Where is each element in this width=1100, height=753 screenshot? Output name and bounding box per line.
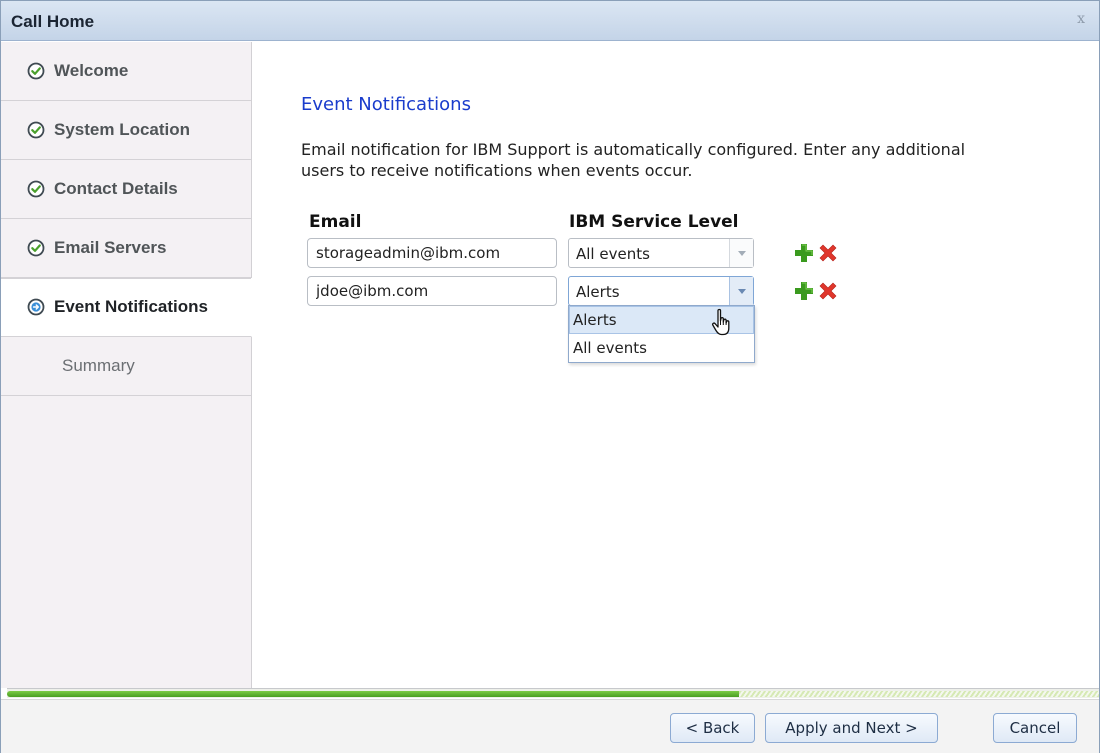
dialog-title: Call Home [11,12,95,31]
arrow-circle-icon [27,298,45,316]
step-system-location[interactable]: System Location [1,101,251,160]
service-level-dropdown-list: Alerts All events [568,305,755,363]
service-level-select[interactable]: All events [568,238,754,268]
dropdown-option[interactable]: Alerts [569,306,754,334]
service-level-value: Alerts [576,283,620,301]
row-actions [793,280,853,304]
email-field[interactable] [307,276,557,306]
step-contact-details[interactable]: Contact Details [1,160,251,219]
check-circle-icon [27,62,45,80]
cancel-button[interactable]: Cancel [993,713,1077,743]
x-icon[interactable] [817,280,839,302]
column-header-service-level: IBM Service Level [569,212,739,232]
step-welcome[interactable]: Welcome [1,42,251,101]
apply-and-next-button[interactable]: Apply and Next > [765,713,938,743]
step-label: Event Notifications [54,297,208,316]
wizard-steps-sidebar: Welcome System Location Contact Details … [1,42,252,688]
x-icon[interactable] [817,242,839,264]
check-circle-icon [27,180,45,198]
row-actions [793,242,853,266]
dialog-footer: < Back Apply and Next > Cancel [1,699,1099,753]
step-summary[interactable]: Summary [1,337,251,396]
step-label: Contact Details [54,179,178,198]
back-button[interactable]: < Back [670,713,755,743]
step-label: Email Servers [54,238,167,257]
progress-fill [7,691,739,697]
close-icon[interactable]: x [1077,11,1085,27]
step-label: Welcome [54,61,129,80]
title-bar: Call Home x [1,1,1099,41]
step-event-notifications[interactable]: Event Notifications [1,278,252,337]
service-level-value: All events [576,245,650,263]
step-label: System Location [54,120,191,139]
plus-icon[interactable] [793,242,815,264]
call-home-dialog: Call Home x Welcome System Location Cont… [0,0,1100,753]
check-circle-icon [27,121,45,139]
check-circle-icon [27,239,45,257]
page-description: Email notification for IBM Support is au… [301,140,966,180]
progress-remaining [739,691,1099,697]
page-title: Event Notifications [301,94,471,115]
chevron-down-icon[interactable] [729,277,753,305]
service-level-select[interactable]: Alerts [568,276,754,306]
step-email-servers[interactable]: Email Servers [1,219,251,278]
column-header-email: Email [309,212,362,232]
main-panel: Event Notifications Email notification f… [253,42,1099,688]
step-label: Summary [62,356,135,375]
dropdown-option[interactable]: All events [569,334,754,362]
wizard-progress-bar [7,688,1099,698]
chevron-down-icon[interactable] [729,239,753,267]
email-field[interactable] [307,238,557,268]
plus-icon[interactable] [793,280,815,302]
